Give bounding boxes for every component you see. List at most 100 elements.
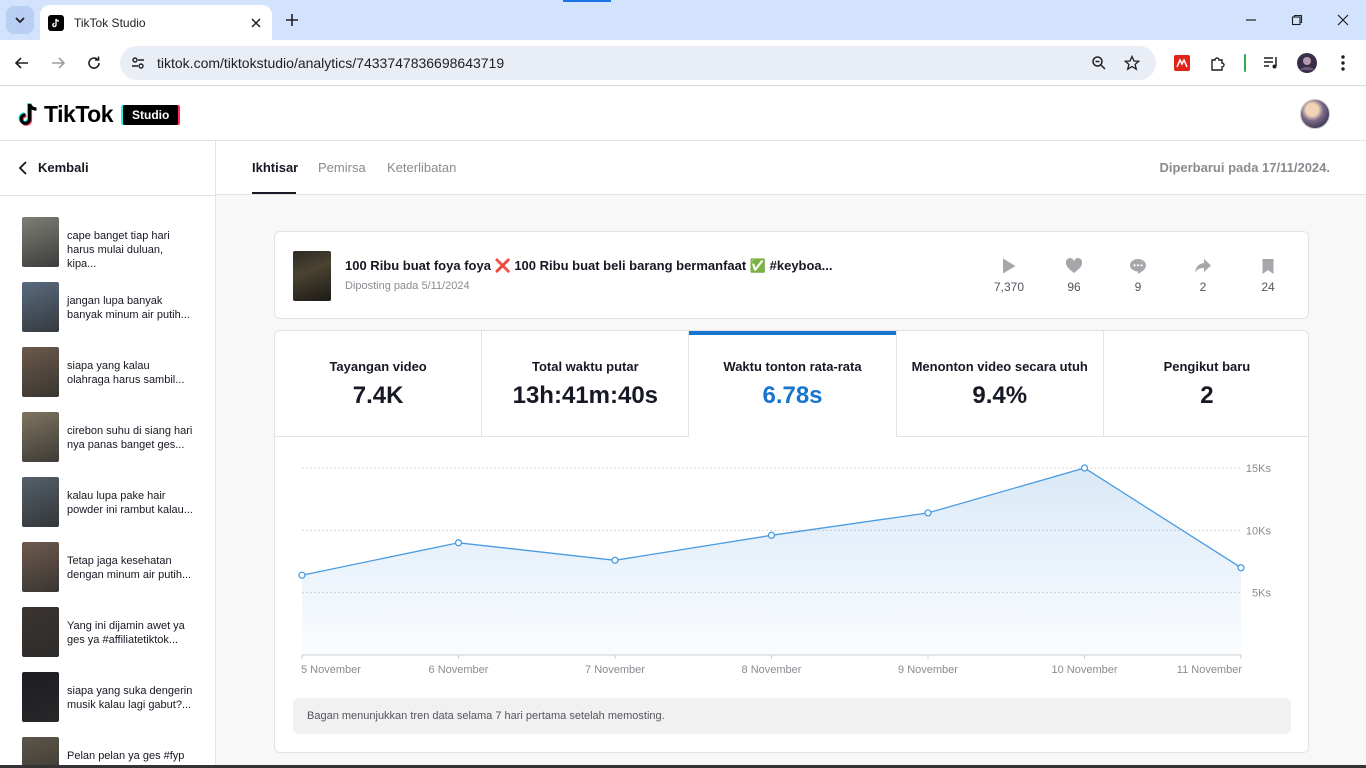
tiktok-studio-logo[interactable]: TikTok Studio xyxy=(18,101,179,128)
video-thumbnail xyxy=(22,672,59,722)
x-tick-label: 11 November xyxy=(1177,664,1243,676)
comments-count: 9 xyxy=(1134,280,1142,294)
post-thumbnail[interactable] xyxy=(293,251,331,301)
browser-tab[interactable]: TikTok Studio xyxy=(40,5,272,40)
tiktok-favicon-icon xyxy=(48,14,64,31)
restore-icon[interactable] xyxy=(1287,10,1307,30)
site-info-icon[interactable] xyxy=(128,53,148,73)
tab-title: TikTok Studio xyxy=(74,15,146,30)
likes-count: 96 xyxy=(1067,280,1081,294)
sidebar-video-item[interactable]: cape banget tiap hari harus mulai duluan… xyxy=(22,217,202,282)
video-thumbnail xyxy=(22,282,59,332)
profile-avatar-icon[interactable] xyxy=(1296,52,1318,74)
main-content: Ikhtisar Pemirsa Keterlibatan Diperbarui… xyxy=(216,141,1366,768)
video-list: cape banget tiap hari harus mulai duluan… xyxy=(22,217,202,768)
x-tick-label: 7 November xyxy=(585,664,645,676)
back-arrow-icon[interactable] xyxy=(11,52,33,74)
back-button[interactable]: Kembali xyxy=(18,160,89,175)
video-thumbnail xyxy=(22,542,59,592)
metric-label: Pengikut baru xyxy=(1163,359,1251,374)
y-tick-label: 10Ks xyxy=(1246,525,1272,537)
sidebar-divider xyxy=(0,195,215,196)
metric-value: 9.4% xyxy=(972,382,1028,409)
address-bar[interactable]: tiktok.com/tiktokstudio/analytics/743374… xyxy=(120,46,1156,80)
video-thumbnail xyxy=(22,737,59,768)
sidebar-video-item[interactable]: jangan lupa banyak banyak minum air puti… xyxy=(22,282,202,347)
active-tab-indicator xyxy=(252,192,296,194)
metrics-row: Tayangan video 7.4K Total waktu putar 13h:4… xyxy=(275,331,1308,437)
app-header: TikTok Studio xyxy=(0,87,1366,141)
metric-tile[interactable]: Tayangan video 7.4K xyxy=(275,331,483,436)
tab-strip-accent xyxy=(563,0,611,2)
metric-value: 13h:41m:40s xyxy=(512,382,659,409)
media-control-icon[interactable] xyxy=(1260,52,1282,74)
studio-badge: Studio xyxy=(123,104,179,125)
sidebar-video-item[interactable]: kalau lupa pake hair powder ini rambut k… xyxy=(22,477,202,542)
data-point xyxy=(924,509,932,517)
zoom-icon[interactable] xyxy=(1089,53,1109,73)
close-window-icon[interactable] xyxy=(1333,10,1353,30)
likes-stat: 96 xyxy=(1049,256,1099,294)
comment-icon xyxy=(1113,256,1163,276)
tab-search-button[interactable] xyxy=(6,6,34,34)
tab-keterlibatan[interactable]: Keterlibatan xyxy=(387,160,456,175)
sidebar-video-item[interactable]: siapa yang suka dengerin musik kalau lag… xyxy=(22,672,202,737)
comments-stat: 9 xyxy=(1113,256,1163,294)
metric-label: Waktu tonton rata-rata xyxy=(723,359,862,374)
sidebar-video-item[interactable]: Pelan pelan ya ges #fyp xyxy=(22,737,202,768)
chevron-down-icon xyxy=(15,17,25,24)
metric-label: Menonton video secara utuh xyxy=(911,359,1088,374)
new-tab-icon[interactable] xyxy=(282,10,302,30)
tab-ikhtisar[interactable]: Ikhtisar xyxy=(252,160,298,175)
series-area xyxy=(302,468,1241,655)
extension-red-icon[interactable] xyxy=(1171,52,1193,74)
shares-stat: 2 xyxy=(1178,256,1228,294)
saves-stat: 24 xyxy=(1243,256,1293,294)
metric-label: Total waktu putar xyxy=(531,359,639,374)
sidebar-video-item[interactable]: Tetap jaga kesehatan dengan minum air pu… xyxy=(22,542,202,607)
views-count: 7,370 xyxy=(993,280,1025,294)
trend-chart-svg: 5Ks 10Ks 15Ks 5 November 6 November 7 Novembe… xyxy=(298,463,1272,676)
extensions-puzzle-icon[interactable] xyxy=(1207,52,1229,74)
video-thumbnail xyxy=(22,412,59,462)
data-point xyxy=(767,531,776,539)
share-icon xyxy=(1178,256,1228,276)
views-stat: 7,370 xyxy=(984,256,1034,294)
browser-toolbar: tiktok.com/tiktokstudio/analytics/743374… xyxy=(0,40,1366,86)
metric-value: 6.78s xyxy=(762,382,823,409)
metric-value: 2 xyxy=(1200,382,1214,409)
minimize-icon[interactable] xyxy=(1241,10,1261,30)
saves-count: 24 xyxy=(1261,280,1275,294)
video-caption: siapa yang suka dengerin musik kalau lag… xyxy=(67,685,193,711)
metric-tile[interactable]: Total waktu putar 13h:41m:40s xyxy=(482,331,690,436)
video-caption: cape banget tiap hari harus mulai duluan… xyxy=(67,230,170,270)
metric-tile[interactable]: Menonton video secara utuh 9.4% xyxy=(896,331,1104,436)
video-caption: Tetap jaga kesehatan dengan minum air pu… xyxy=(67,555,192,581)
updated-date: Diperbarui pada 17/11/2024. xyxy=(1159,160,1330,175)
trend-chart: 5Ks 10Ks 15Ks 5 November 6 November 7 Novembe… xyxy=(275,438,1308,698)
analytics-tabs: Ikhtisar Pemirsa Keterlibatan Diperbarui… xyxy=(216,141,1366,195)
metrics-card: Tayangan video 7.4K Total waktu putar 13h:4… xyxy=(274,330,1309,753)
forward-arrow-icon[interactable] xyxy=(47,52,69,74)
bookmark-star-icon[interactable] xyxy=(1122,53,1142,73)
user-avatar[interactable] xyxy=(1300,99,1330,129)
tab-pemirsa[interactable]: Pemirsa xyxy=(318,160,366,175)
bookmark-icon xyxy=(1243,256,1293,276)
sidebar-video-item[interactable]: cirebon suhu di siang hari nya panas ban… xyxy=(22,412,202,477)
browser-menu-icon[interactable] xyxy=(1332,52,1354,74)
data-point xyxy=(298,571,306,579)
sidebar-video-item[interactable]: Yang ini dijamin awet ya ges ya #affilia… xyxy=(22,607,202,672)
x-tick-label: 6 November xyxy=(429,664,489,676)
reload-icon[interactable] xyxy=(83,52,105,74)
video-thumbnail xyxy=(22,477,59,527)
video-caption: Yang ini dijamin awet ya ges ya #affilia… xyxy=(67,620,185,646)
close-tab-icon[interactable] xyxy=(248,15,264,31)
sidebar-video-item[interactable]: siapa yang kalau olahraga harus sambil..… xyxy=(22,347,202,412)
video-caption: siapa yang kalau olahraga harus sambil..… xyxy=(67,360,185,386)
browser-tab-strip: TikTok Studio xyxy=(0,0,1366,40)
metric-tile[interactable]: Waktu tonton rata-rata 6.78s xyxy=(689,331,897,437)
post-title: 100 Ribu buat foya foya ❌ 100 Ribu buat … xyxy=(345,258,833,273)
toolbar-separator xyxy=(1244,54,1246,72)
x-tick-label: 10 November xyxy=(1051,664,1117,676)
metric-tile[interactable]: Pengikut baru 2 xyxy=(1103,331,1308,436)
